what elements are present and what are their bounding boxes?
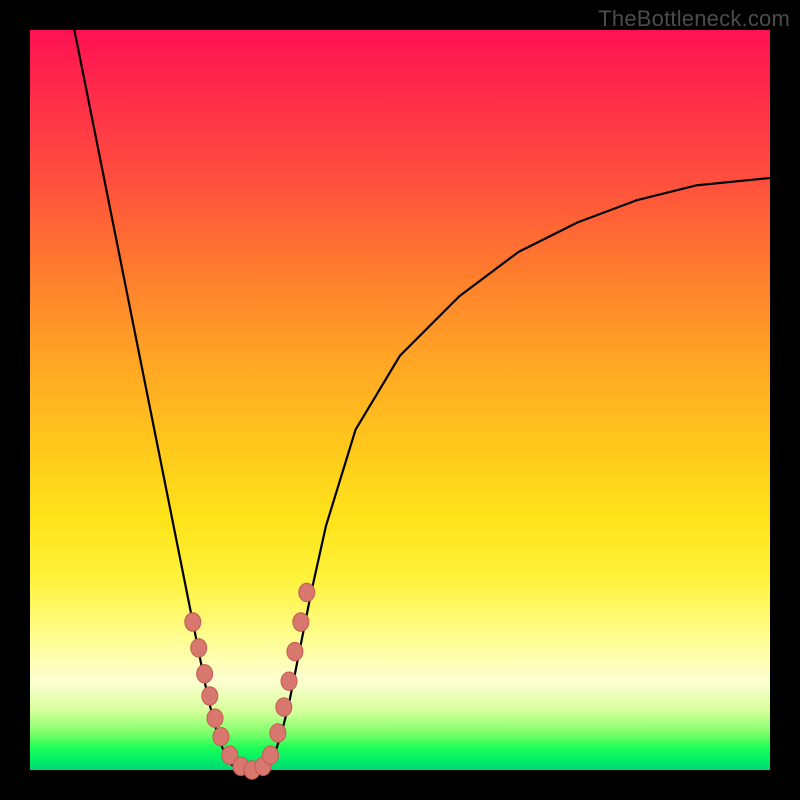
data-marker — [202, 687, 218, 705]
data-marker — [270, 724, 286, 742]
curve-group — [74, 30, 770, 770]
data-marker — [191, 639, 207, 657]
marker-group — [185, 583, 315, 779]
data-marker — [293, 613, 309, 631]
data-marker — [197, 665, 213, 683]
chart-frame: TheBottleneck.com — [0, 0, 800, 800]
data-marker — [207, 709, 223, 727]
data-marker — [281, 672, 297, 690]
plot-area — [30, 30, 770, 770]
data-marker — [299, 583, 315, 601]
data-marker — [185, 613, 201, 631]
data-marker — [263, 746, 279, 764]
chart-svg — [30, 30, 770, 770]
data-marker — [213, 728, 229, 746]
data-marker — [287, 642, 303, 660]
bottleneck-curve — [74, 30, 770, 770]
watermark-text: TheBottleneck.com — [598, 6, 790, 32]
data-marker — [276, 698, 292, 716]
